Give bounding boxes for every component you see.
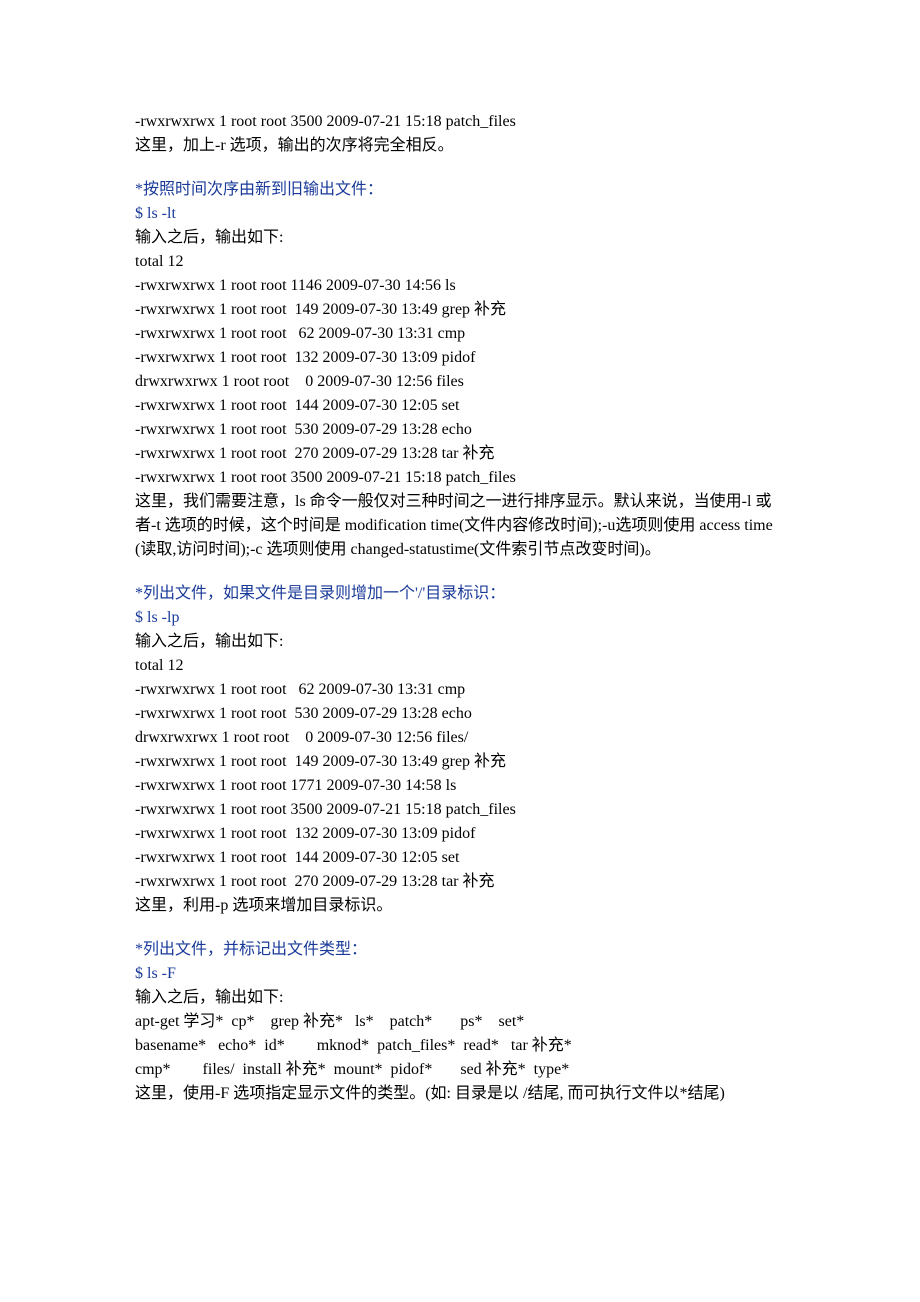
output-line: -rwxrwxrwx 1 root root 1771 2009-07-30 1… (135, 774, 785, 798)
output-line: total 12 (135, 250, 785, 274)
command-line: $ ls -lt (135, 202, 785, 226)
output-line: -rwxrwxrwx 1 root root 62 2009-07-30 13:… (135, 678, 785, 702)
output-line: -rwxrwxrwx 1 root root 530 2009-07-29 13… (135, 418, 785, 442)
section-title: *列出文件，并标记出文件类型： (135, 938, 785, 962)
output-line: apt-get 学习* cp* grep 补充* ls* patch* ps* … (135, 1010, 785, 1034)
explain-text: 这里，使用-F 选项指定显示文件的类型。(如: 目录是以 /结尾, 而可执行文件… (135, 1082, 785, 1106)
explain-text: 这里，加上-r 选项，输出的次序将完全相反。 (135, 134, 785, 158)
section-ls-f: *列出文件，并标记出文件类型： $ ls -F 输入之后，输出如下: apt-g… (135, 938, 785, 1106)
output-line: -rwxrwxrwx 1 root root 1146 2009-07-30 1… (135, 274, 785, 298)
output-label: 输入之后，输出如下: (135, 986, 785, 1010)
output-line: -rwxrwxrwx 1 root root 132 2009-07-30 13… (135, 822, 785, 846)
output-line: total 12 (135, 654, 785, 678)
output-line: -rwxrwxrwx 1 root root 62 2009-07-30 13:… (135, 322, 785, 346)
output-line: -rwxrwxrwx 1 root root 144 2009-07-30 12… (135, 846, 785, 870)
section-prev-tail: -rwxrwxrwx 1 root root 3500 2009-07-21 1… (135, 110, 785, 158)
output-line: -rwxrwxrwx 1 root root 270 2009-07-29 13… (135, 870, 785, 894)
section-ls-lt: *按照时间次序由新到旧输出文件： $ ls -lt 输入之后，输出如下: tot… (135, 178, 785, 562)
output-line: -rwxrwxrwx 1 root root 144 2009-07-30 12… (135, 394, 785, 418)
output-label: 输入之后，输出如下: (135, 226, 785, 250)
explain-text: 这里，利用-p 选项来增加目录标识。 (135, 894, 785, 918)
output-line: drwxrwxrwx 1 root root 0 2009-07-30 12:5… (135, 370, 785, 394)
output-line: -rwxrwxrwx 1 root root 270 2009-07-29 13… (135, 442, 785, 466)
command-line: $ ls -lp (135, 606, 785, 630)
explain-text: 这里，我们需要注意，ls 命令一般仅对三种时间之一进行排序显示。默认来说，当使用… (135, 490, 785, 562)
output-line: -rwxrwxrwx 1 root root 3500 2009-07-21 1… (135, 798, 785, 822)
document-page: -rwxrwxrwx 1 root root 3500 2009-07-21 1… (0, 0, 920, 1302)
output-line: drwxrwxrwx 1 root root 0 2009-07-30 12:5… (135, 726, 785, 750)
output-line: cmp* files/ install 补充* mount* pidof* se… (135, 1058, 785, 1082)
section-title: *按照时间次序由新到旧输出文件： (135, 178, 785, 202)
output-line: basename* echo* id* mknod* patch_files* … (135, 1034, 785, 1058)
output-line: -rwxrwxrwx 1 root root 3500 2009-07-21 1… (135, 110, 785, 134)
output-line: -rwxrwxrwx 1 root root 149 2009-07-30 13… (135, 298, 785, 322)
command-line: $ ls -F (135, 962, 785, 986)
output-line: -rwxrwxrwx 1 root root 132 2009-07-30 13… (135, 346, 785, 370)
section-title: *列出文件，如果文件是目录则增加一个'/'目录标识： (135, 582, 785, 606)
output-line: -rwxrwxrwx 1 root root 149 2009-07-30 13… (135, 750, 785, 774)
output-line: -rwxrwxrwx 1 root root 530 2009-07-29 13… (135, 702, 785, 726)
output-label: 输入之后，输出如下: (135, 630, 785, 654)
output-line: -rwxrwxrwx 1 root root 3500 2009-07-21 1… (135, 466, 785, 490)
section-ls-lp: *列出文件，如果文件是目录则增加一个'/'目录标识： $ ls -lp 输入之后… (135, 582, 785, 918)
